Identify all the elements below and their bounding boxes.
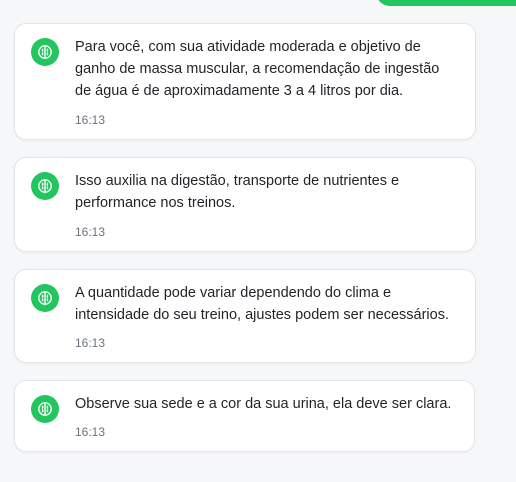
brain-icon	[31, 284, 59, 312]
message-timestamp: 16:13	[75, 225, 106, 239]
brain-icon	[31, 38, 59, 66]
assistant-message: A quantidade pode variar dependendo do c…	[14, 269, 476, 363]
assistant-message: Para você, com sua atividade moderada e …	[14, 23, 476, 140]
message-timestamp: 16:13	[75, 336, 106, 350]
message-timestamp: 16:13	[75, 425, 106, 439]
message-text: Para você, com sua atividade moderada e …	[75, 39, 440, 99]
brain-icon	[31, 172, 59, 200]
sent-message-bubble-edge	[376, 0, 516, 6]
message-text: Observe sua sede e a cor da sua urina, e…	[75, 396, 452, 412]
assistant-message: Observe sua sede e a cor da sua urina, e…	[14, 380, 475, 452]
message-text: Isso auxilia na digestão, transporte de …	[75, 173, 400, 211]
brain-icon	[31, 395, 59, 423]
message-timestamp: 16:13	[75, 113, 106, 127]
assistant-message: Isso auxilia na digestão, transporte de …	[14, 157, 476, 252]
message-text: A quantidade pode variar dependendo do c…	[75, 285, 449, 323]
